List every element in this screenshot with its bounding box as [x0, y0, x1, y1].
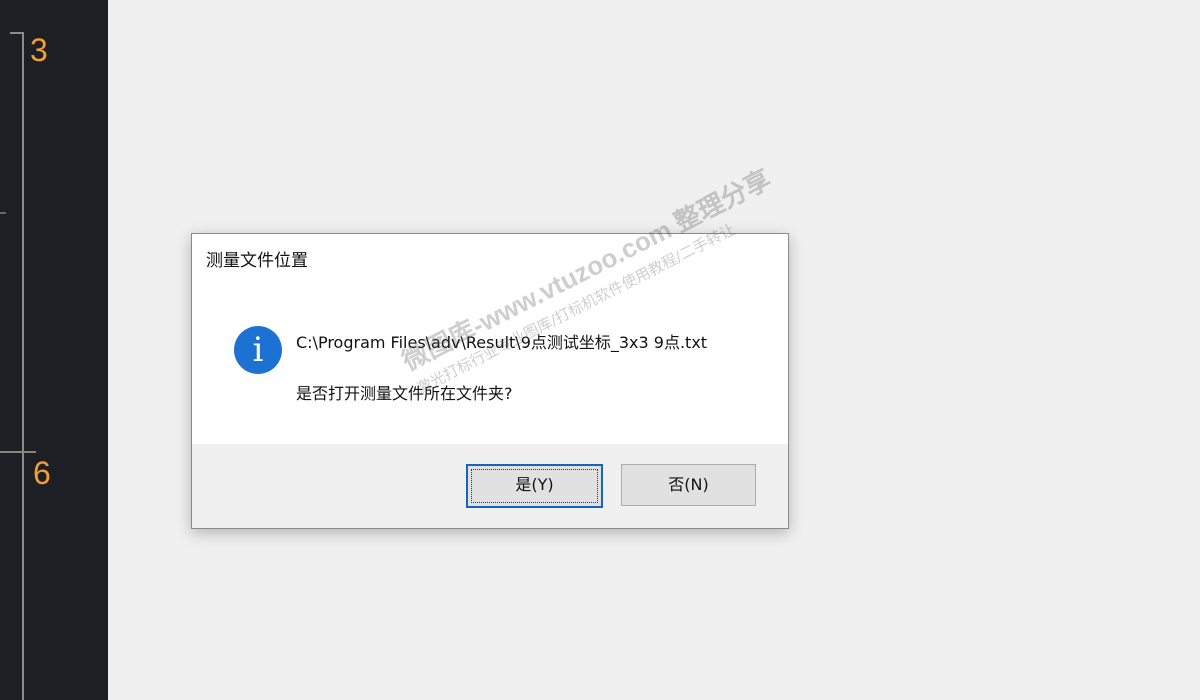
point-label-6: 6 [33, 455, 51, 491]
canvas-tick [0, 212, 6, 214]
no-button[interactable]: 否(N) [621, 464, 756, 506]
focus-outline [471, 469, 598, 503]
point-label-3: 3 [30, 32, 48, 68]
info-icon: i [234, 326, 282, 374]
file-path-text: C:\Program Files\adv\Result\9点测试坐标_3x3 9… [296, 333, 708, 352]
prompt-text: 是否打开测量文件所在文件夹? [296, 384, 513, 403]
dialog-title: 测量文件位置 [206, 251, 308, 271]
dialog-button-bar: 是(Y) 否(N) [192, 444, 788, 528]
canvas-tick [10, 32, 24, 34]
no-button-label: 否(N) [668, 475, 709, 494]
message-dialog: 测量文件位置 i C:\Program Files\adv\Result\9点测… [191, 233, 789, 529]
canvas-guide-line [22, 32, 24, 700]
yes-button[interactable]: 是(Y) [466, 464, 603, 508]
drawing-canvas[interactable]: 3 6 [0, 0, 108, 700]
canvas-tick [0, 451, 36, 453]
